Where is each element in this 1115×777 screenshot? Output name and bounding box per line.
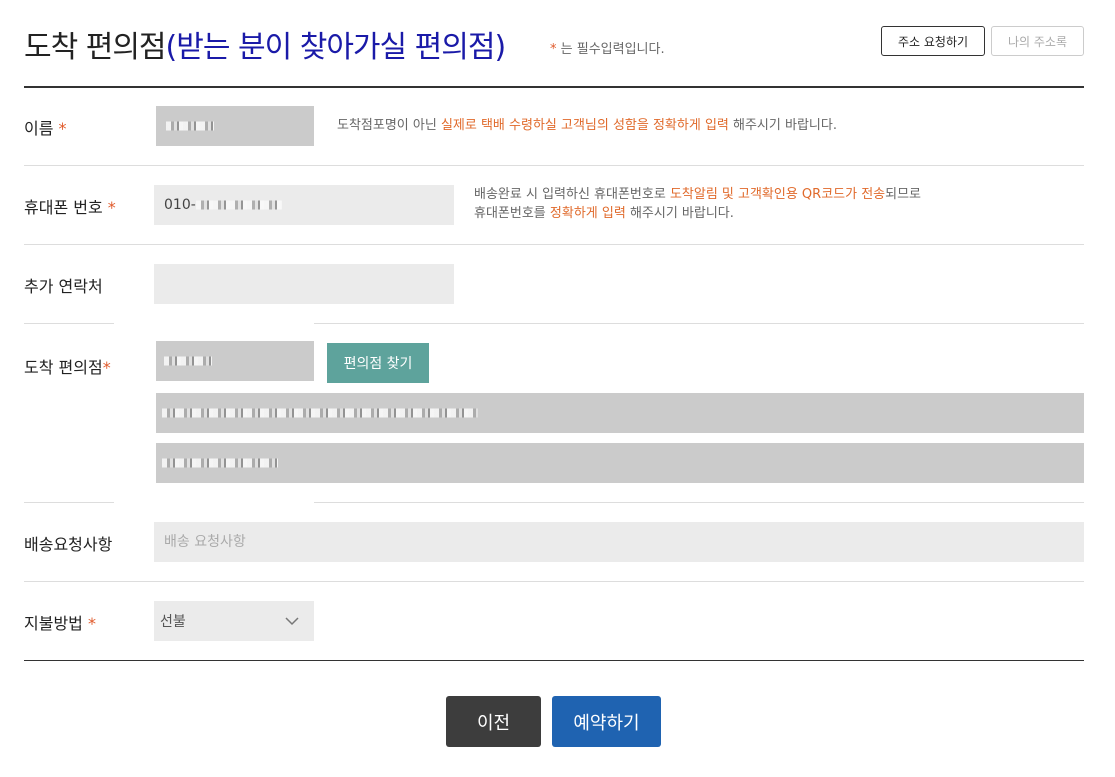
row-divider	[24, 323, 114, 324]
required-star: *	[550, 42, 557, 57]
name-input[interactable]	[156, 106, 314, 146]
phone-help-line2: 휴대폰번호를 정확하게 입력 해주시기 바랍니다.	[474, 204, 921, 223]
redacted-store-name	[164, 356, 212, 366]
extra-contact-input[interactable]	[154, 264, 454, 304]
phone-help-line2-post: 해주시기 바랍니다.	[625, 206, 734, 221]
name-label: 이름 *	[24, 115, 67, 139]
prev-button[interactable]: 이전	[446, 696, 541, 747]
phone-help-line2-pre: 휴대폰번호를	[474, 206, 550, 221]
phone-label: 휴대폰 번호 *	[24, 194, 116, 218]
row-divider	[24, 581, 1084, 582]
redacted-store-address	[162, 408, 478, 418]
name-help-pre: 도착점포명이 아닌	[337, 118, 441, 133]
phone-help: 배송완료 시 입력하신 휴대폰번호로 도착알림 및 고객확인용 QR코드가 전송…	[474, 185, 921, 223]
phone-label-text: 휴대폰 번호	[24, 198, 103, 217]
store-label-text: 도착 편의점	[24, 358, 103, 377]
row-divider	[24, 244, 1084, 245]
phone-input[interactable]: 010-	[154, 185, 454, 225]
payment-select[interactable]: 선불	[154, 601, 314, 641]
redacted-phone	[196, 200, 282, 210]
extra-contact-label: 추가 연락처	[24, 277, 103, 296]
name-required-star: *	[58, 119, 67, 138]
phone-prefix: 010-	[164, 197, 196, 213]
store-required-star: *	[102, 358, 111, 377]
phone-help-line2-highlight: 정확하게 입력	[549, 206, 626, 221]
payment-label: 지불방법 *	[24, 610, 96, 634]
payment-required-star: *	[87, 614, 96, 633]
phone-help-line1: 배송완료 시 입력하신 휴대폰번호로 도착알림 및 고객확인용 QR코드가 전송…	[474, 185, 921, 204]
row-divider	[314, 323, 1084, 324]
row-divider	[24, 502, 114, 503]
page-subtitle: (받는 분이 찾아가실 편의점)	[165, 30, 507, 65]
phone-help-line1-highlight: 도착알림 및 고객확인용 QR코드가 전송	[669, 187, 886, 202]
form-bottom-rule	[24, 660, 1084, 661]
delivery-request-input[interactable]	[154, 522, 1084, 562]
redacted-store-detail	[162, 458, 278, 468]
page-title: 도착 편의점(받는 분이 찾아가실 편의점)	[24, 22, 507, 66]
name-help-post: 해주시기 바랍니다.	[728, 118, 837, 133]
page-title-text: 도착 편의점	[24, 30, 167, 65]
row-divider	[24, 165, 1084, 166]
redacted-name	[166, 121, 214, 131]
name-label-text: 이름	[24, 119, 54, 138]
payment-label-text: 지불방법	[24, 614, 83, 633]
row-divider	[314, 502, 1084, 503]
store-address-field	[156, 393, 1084, 433]
store-detail-field	[156, 443, 1084, 483]
required-note: * 는 필수입력입니다.	[550, 38, 665, 57]
required-note-text: 는 필수입력입니다.	[560, 42, 665, 57]
name-help-highlight: 실제로 택배 수령하실 고객님의 성함을 정확하게 입력	[440, 118, 729, 133]
phone-required-star: *	[107, 198, 116, 217]
address-request-button[interactable]: 주소 요청하기	[881, 26, 985, 56]
phone-help-line1-pre: 배송완료 시 입력하신 휴대폰번호로	[474, 187, 670, 202]
payment-selected-value: 선불	[160, 614, 186, 630]
store-label: 도착 편의점*	[24, 354, 111, 378]
find-store-button[interactable]: 편의점 찾기	[327, 343, 429, 383]
chevron-down-icon	[284, 613, 300, 633]
name-help: 도착점포명이 아닌 실제로 택배 수령하실 고객님의 성함을 정확하게 입력 해…	[337, 116, 837, 135]
address-book-button[interactable]: 나의 주소록	[991, 26, 1084, 56]
store-name-field	[156, 341, 314, 381]
delivery-request-label: 배송요청사항	[24, 535, 113, 554]
form-top-rule	[24, 86, 1084, 88]
page-header: 도착 편의점(받는 분이 찾아가실 편의점) * 는 필수입력입니다. 주소 요…	[24, 18, 1084, 66]
reserve-button[interactable]: 예약하기	[552, 696, 661, 747]
phone-help-line1-post: 되므로	[885, 187, 922, 202]
